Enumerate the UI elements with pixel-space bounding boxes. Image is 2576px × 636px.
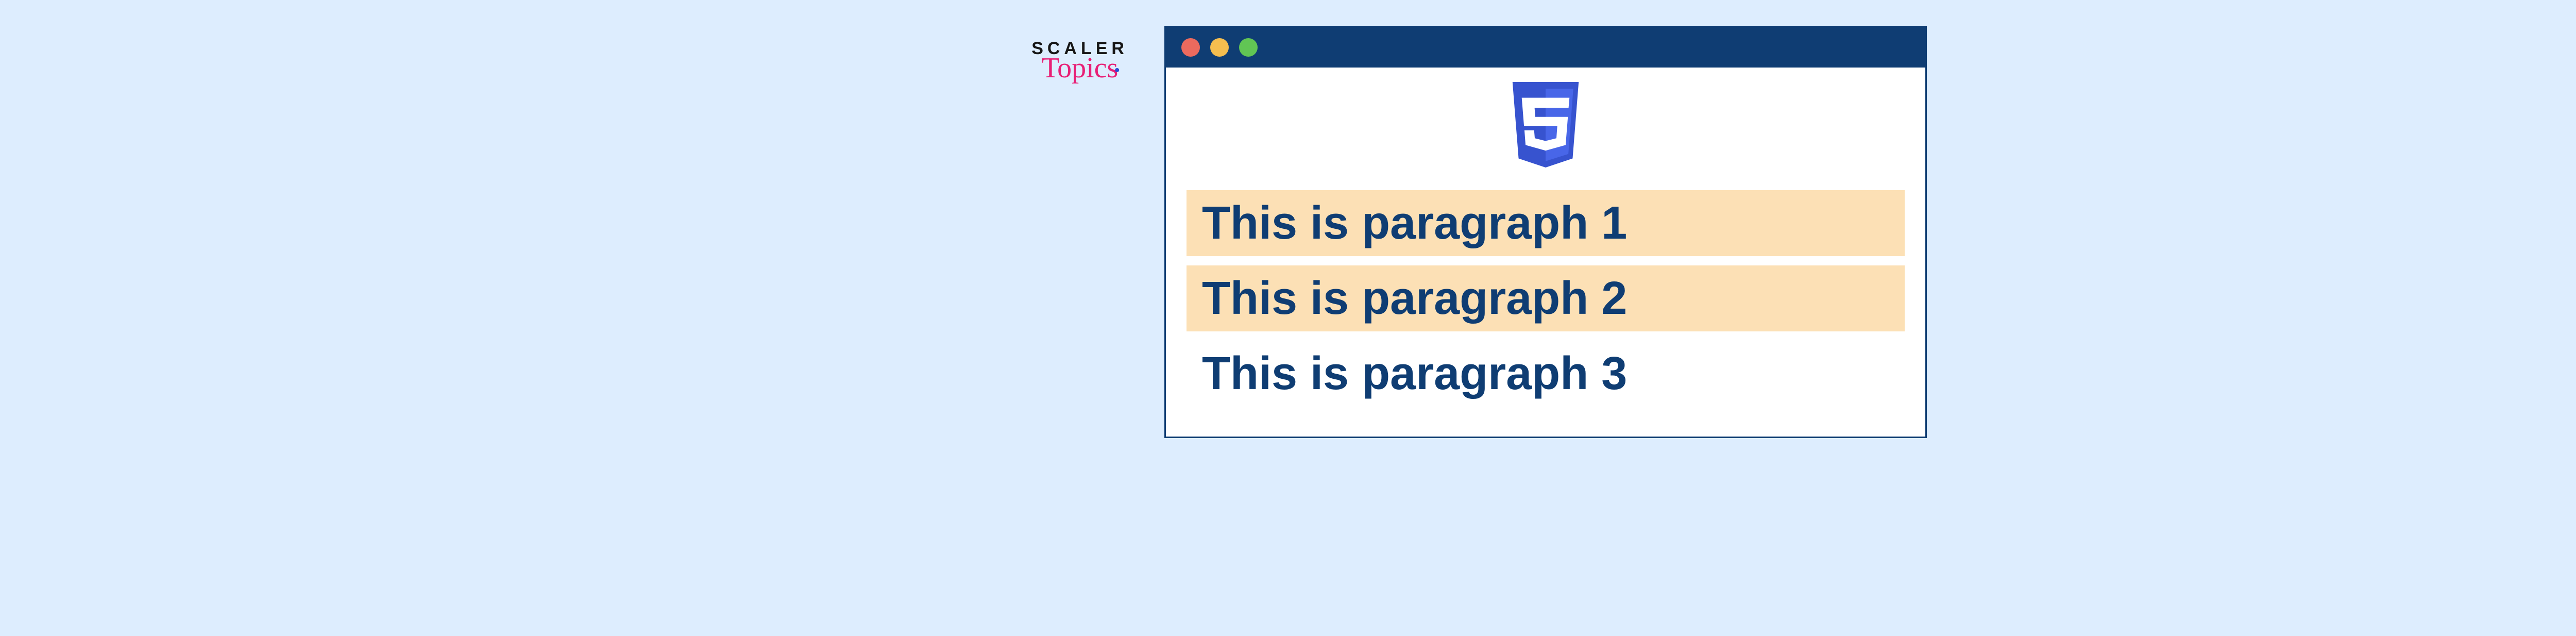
maximize-icon[interactable]	[1239, 38, 1258, 57]
window-titlebar	[1166, 27, 1925, 68]
scaler-topics-logo: SCALER Topics	[1031, 39, 1128, 82]
paragraph-1: This is paragraph 1	[1187, 190, 1905, 256]
css3-icon-wrap	[1187, 82, 1905, 175]
css3-shield-icon	[1504, 82, 1587, 175]
browser-window: This is paragraph 1 This is paragraph 2 …	[1164, 26, 1927, 438]
paragraph-3: This is paragraph 3	[1187, 341, 1905, 407]
paragraph-2: This is paragraph 2	[1187, 265, 1905, 331]
close-icon[interactable]	[1181, 38, 1200, 57]
logo-text-topics: Topics	[1042, 54, 1118, 82]
logo-dot-icon	[1115, 68, 1119, 72]
minimize-icon[interactable]	[1210, 38, 1229, 57]
window-body: This is paragraph 1 This is paragraph 2 …	[1166, 68, 1925, 437]
